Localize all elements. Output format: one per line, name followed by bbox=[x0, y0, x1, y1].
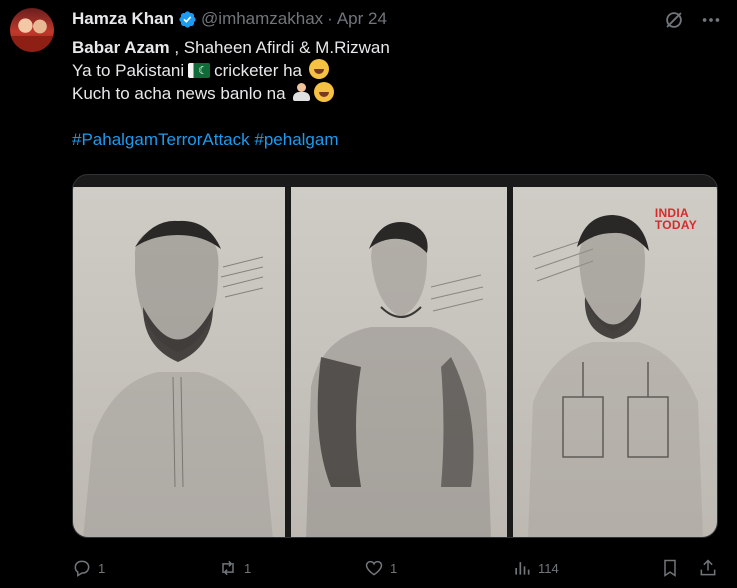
tweet-line-2: Ya to Pakistani cricketer ha bbox=[72, 59, 712, 83]
reply-button[interactable]: 1 bbox=[72, 556, 105, 580]
tweet-date[interactable]: Apr 24 bbox=[337, 9, 387, 29]
repost-icon bbox=[222, 560, 234, 576]
tweet-line-1-rest: , Shaheen Afirdi & M.Rizwan bbox=[169, 38, 390, 57]
author-name[interactable]: Hamza Khan bbox=[72, 9, 174, 29]
tweet-media[interactable]: INDIA TODAY bbox=[72, 174, 718, 538]
views-button[interactable]: 114 bbox=[512, 556, 559, 580]
tweet-header: Hamza Khan @imhamzakhax · Apr 24 bbox=[72, 8, 387, 30]
pakistan-flag-icon bbox=[188, 60, 211, 83]
bookmark-icon bbox=[664, 559, 676, 577]
like-button[interactable]: 1 bbox=[364, 556, 397, 580]
hashtags-line: #PahalgamTerrorAttack #pehalgam bbox=[72, 128, 712, 151]
tweet-actions: 1 1 1 114 bbox=[72, 556, 722, 580]
sketch-panel-1[interactable] bbox=[73, 187, 285, 537]
tweet-text: Babar Azam , Shaheen Afirdi & M.Rizwan Y… bbox=[72, 36, 712, 151]
more-icon[interactable] bbox=[700, 9, 722, 31]
sketch-panel-3[interactable]: INDIA TODAY bbox=[513, 187, 717, 537]
heart-icon bbox=[365, 560, 383, 576]
reply-icon bbox=[74, 560, 90, 577]
shrugging-person-emoji-icon bbox=[292, 82, 311, 102]
laughing-emoji-icon-2 bbox=[314, 82, 335, 102]
grok-icon[interactable] bbox=[663, 9, 685, 31]
reply-count: 1 bbox=[98, 560, 106, 576]
tweet-line-1: Babar Azam , Shaheen Afirdi & M.Rizwan bbox=[72, 36, 712, 59]
tweet-line-3: Kuch to acha news banlo na bbox=[72, 82, 712, 105]
tweet-line-3-text: Kuch to acha news banlo na bbox=[72, 84, 286, 103]
tweet-line-2-b: cricketer ha bbox=[214, 61, 303, 80]
bookmark-button[interactable] bbox=[660, 556, 686, 580]
tweet-line-2-a: Ya to Pakistani bbox=[72, 61, 185, 80]
portrait-sketch-1 bbox=[83, 220, 273, 537]
india-today-watermark: INDIA TODAY bbox=[655, 207, 697, 231]
hashtag-pehalgam[interactable]: #pehalgam bbox=[254, 130, 338, 149]
author-avatar[interactable] bbox=[10, 8, 54, 52]
sketch-panel-2[interactable] bbox=[291, 187, 507, 537]
author-handle[interactable]: @imhamzakhax bbox=[201, 9, 323, 29]
portrait-sketch-2 bbox=[306, 222, 491, 537]
share-button[interactable] bbox=[698, 556, 724, 580]
portrait-sketch-3 bbox=[528, 215, 703, 537]
share-icon bbox=[700, 559, 716, 576]
mention-babar: Babar Azam bbox=[72, 38, 170, 57]
like-count: 1 bbox=[390, 560, 398, 576]
repost-count: 1 bbox=[244, 560, 252, 576]
watermark-line-2: TODAY bbox=[654, 218, 697, 232]
laughing-emoji-icon bbox=[308, 59, 329, 79]
separator-dot: · bbox=[327, 9, 333, 28]
repost-button[interactable]: 1 bbox=[218, 556, 251, 580]
hashtag-pahalgam-terror-attack[interactable]: #PahalgamTerrorAttack bbox=[72, 130, 250, 149]
views-icon bbox=[515, 562, 530, 575]
verified-badge-icon bbox=[179, 10, 196, 28]
views-count: 114 bbox=[538, 560, 559, 576]
